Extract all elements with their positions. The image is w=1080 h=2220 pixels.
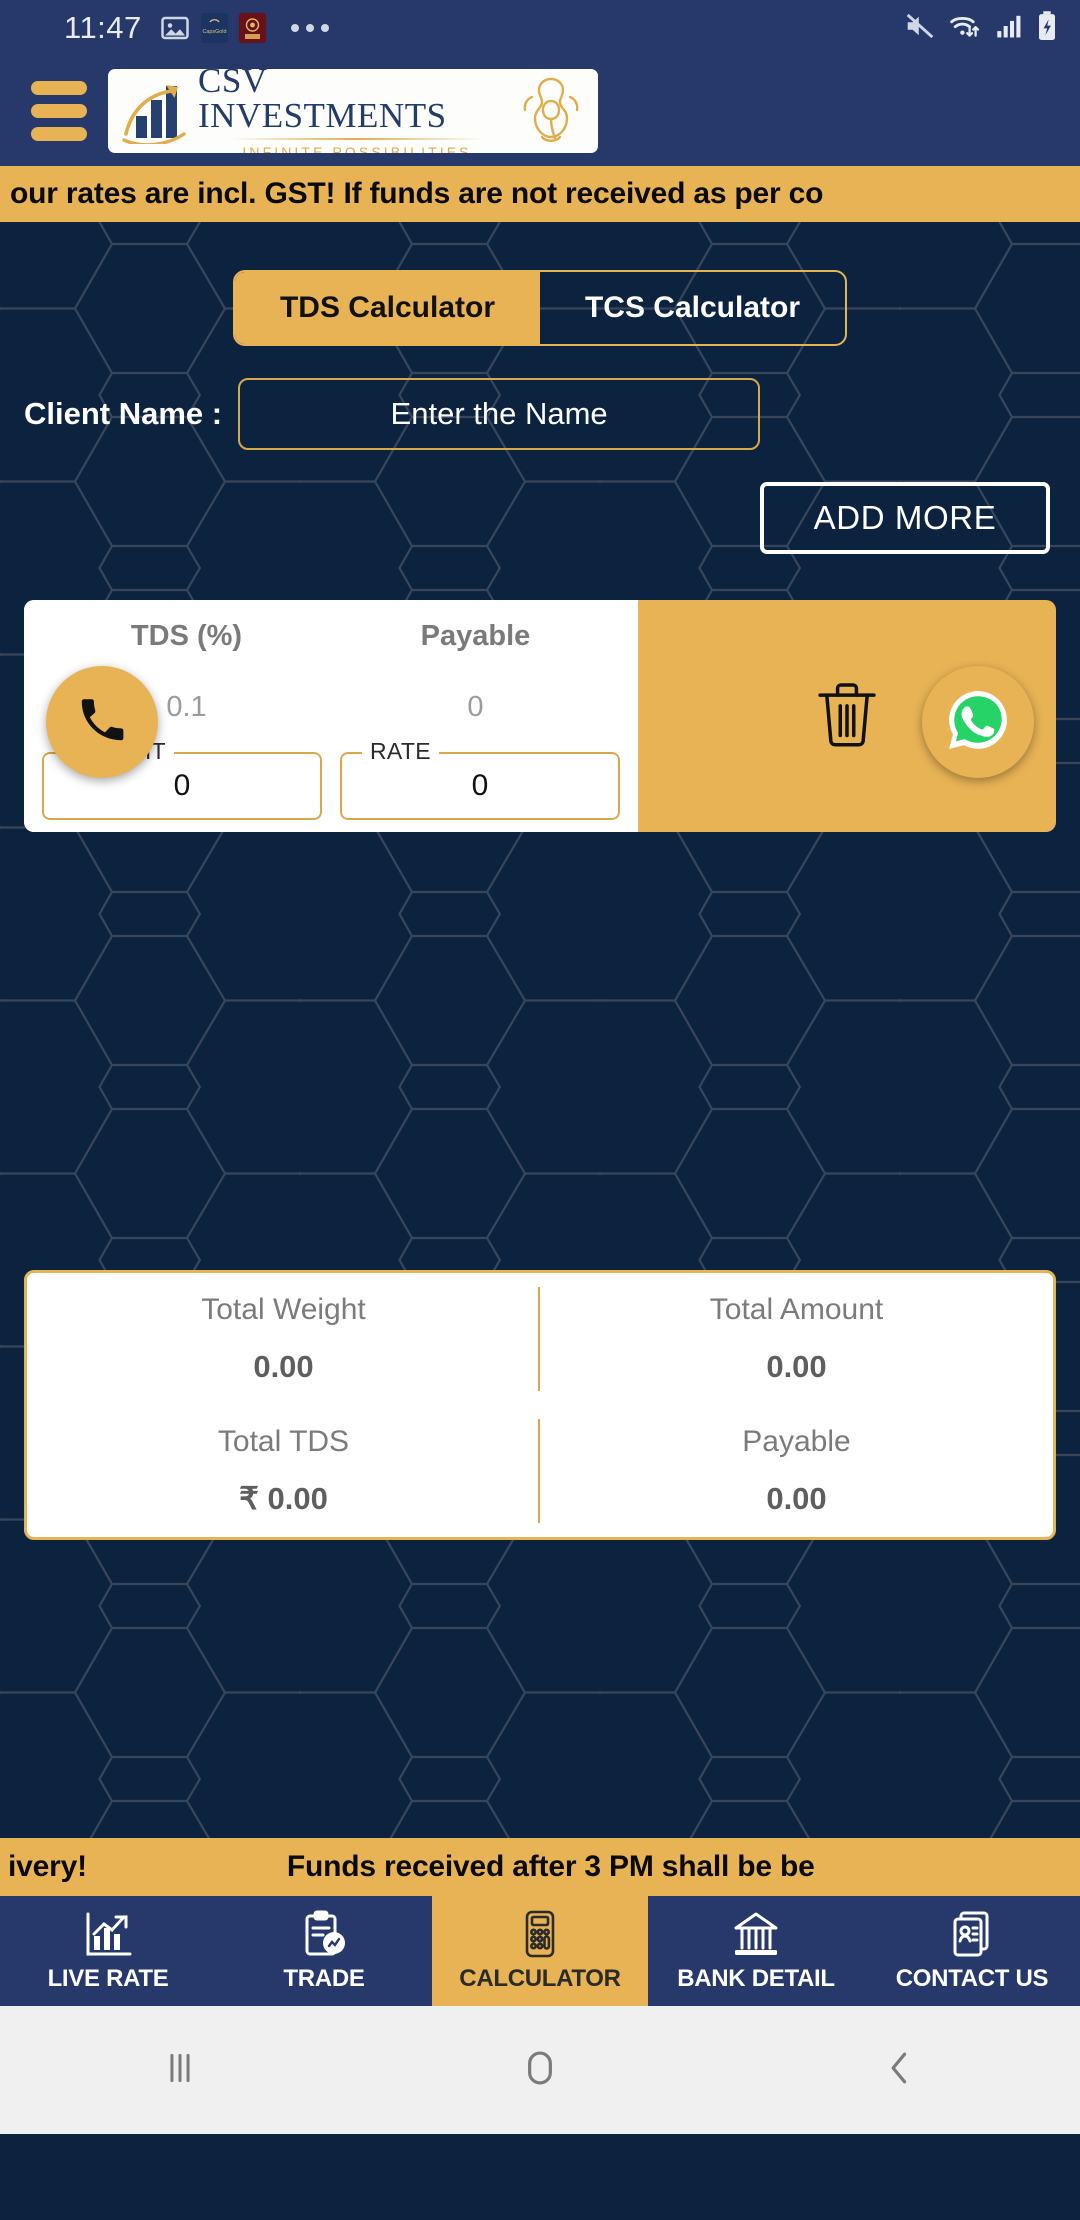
total-weight-value: 0.00 <box>253 1349 314 1384</box>
marquee-bottom-text-a: ivery! <box>8 1850 87 1883</box>
nav-item-trade[interactable]: TRADE <box>216 1896 432 2006</box>
total-payable-value: 0.00 <box>766 1481 827 1516</box>
nav-item-bank-detail[interactable]: BANK DETAIL <box>648 1896 864 2006</box>
back-button[interactable] <box>720 2045 1080 2096</box>
calculator-tab-group: TDS Calculator TCS Calculator <box>233 270 847 346</box>
app-capsgold-icon: CapsGold <box>200 13 228 43</box>
total-tds-label: Total TDS <box>217 1425 350 1458</box>
rate-field: RATE <box>340 738 620 820</box>
tds-percent-label: TDS (%) <box>130 620 243 652</box>
app-logo: CSV INVESTMENTS INFINITE POSSIBILITIES <box>108 69 598 153</box>
total-amount-label: Total Amount <box>709 1293 884 1326</box>
contact-card-icon <box>946 1910 998 1958</box>
home-circle-icon <box>517 2045 563 2096</box>
phone-icon <box>75 693 129 752</box>
client-name-input[interactable] <box>238 378 761 450</box>
total-payable-label: Payable <box>742 1425 851 1458</box>
entry-payable-value: 0 <box>467 691 484 723</box>
logo-title: CSV INVESTMENTS <box>198 69 447 135</box>
nav-label-bank-detail: BANK DETAIL <box>677 1964 835 1992</box>
logo-tagline: INFINITE POSSIBILITIES <box>242 143 472 154</box>
total-tds-cell: Total TDS ₹ 0.00 <box>27 1405 540 1537</box>
whatsapp-icon <box>945 687 1011 758</box>
total-tds-value: ₹ 0.00 <box>239 1481 328 1516</box>
bank-icon <box>730 1910 782 1958</box>
total-weight-label: Total Weight <box>201 1293 366 1326</box>
signal-icon <box>996 12 1024 45</box>
whatsapp-fab[interactable] <box>922 666 1034 778</box>
tds-entry-row: TDS (%) 0.1 Payable 0 WEIGHT RATE <box>24 600 1056 832</box>
app-badge-icon <box>238 13 266 43</box>
android-system-nav <box>0 2006 1080 2134</box>
more-dots-icon <box>290 24 329 32</box>
payable-column: Payable 0 <box>331 620 620 724</box>
add-more-button[interactable]: ADD MORE <box>760 482 1050 554</box>
nav-label-calculator: CALCULATOR <box>459 1964 621 1992</box>
bottom-navigation: LIVE RATE TRADE CALCULATOR BANK DETAIL C… <box>0 1896 1080 2006</box>
total-amount-value: 0.00 <box>766 1349 827 1384</box>
total-payable-cell: Payable 0.00 <box>540 1405 1053 1537</box>
nav-label-trade: TRADE <box>283 1964 365 1992</box>
trash-icon <box>816 679 878 754</box>
nav-item-contact-us[interactable]: CONTACT US <box>864 1896 1080 2006</box>
home-button[interactable] <box>360 2045 720 2096</box>
main-content: TDS Calculator TCS Calculator Client Nam… <box>0 222 1080 1838</box>
rate-label: RATE <box>362 738 439 765</box>
battery-charging-icon <box>1036 10 1058 47</box>
totals-card: Total Weight 0.00 Total Amount 0.00 Tota… <box>24 1270 1056 1540</box>
mute-icon <box>904 11 936 46</box>
status-time: 11:47 <box>64 10 142 45</box>
ganesh-emblem-icon <box>516 75 586 147</box>
nav-item-calculator[interactable]: CALCULATOR <box>432 1896 648 2006</box>
status-bar: 11:47 CapsGold <box>0 0 1080 56</box>
status-left-icons: CapsGold <box>160 13 329 43</box>
marquee-top: our rates are incl. GST! If funds are no… <box>0 166 1080 222</box>
client-name-label: Client Name : <box>24 396 223 431</box>
chart-growth-icon <box>82 1910 134 1958</box>
recents-button[interactable] <box>0 2045 360 2096</box>
marquee-top-text: our rates are incl. GST! If funds are no… <box>10 177 824 210</box>
entry-payable-label: Payable <box>420 620 531 652</box>
tab-tds-calculator[interactable]: TDS Calculator <box>235 272 540 344</box>
nav-label-live-rate: LIVE RATE <box>47 1964 169 1992</box>
nav-item-live-rate[interactable]: LIVE RATE <box>0 1896 216 2006</box>
client-name-row: Client Name : <box>0 378 1080 450</box>
marquee-bottom: ivery! Funds received after 3 PM shall b… <box>0 1838 1080 1896</box>
nav-label-contact-us: CONTACT US <box>895 1964 1049 1992</box>
marquee-bottom-text-b: Funds received after 3 PM shall be be <box>286 1850 815 1883</box>
calculator-icon <box>514 1910 566 1958</box>
recents-icon <box>157 2045 203 2096</box>
wifi-icon <box>948 11 984 46</box>
clipboard-chart-icon <box>298 1910 350 1958</box>
hamburger-icon[interactable] <box>24 81 94 141</box>
marquee-bottom-inner: ivery! Funds received after 3 PM shall b… <box>0 1850 815 1884</box>
tab-tcs-calculator[interactable]: TCS Calculator <box>540 272 845 344</box>
total-amount-cell: Total Amount 0.00 <box>540 1273 1053 1405</box>
image-icon <box>160 13 190 43</box>
app-header: CSV INVESTMENTS INFINITE POSSIBILITIES <box>0 56 1080 166</box>
logo-chart-arrow-icon <box>120 78 198 147</box>
status-right-icons <box>904 10 1058 47</box>
logo-divider <box>229 137 485 140</box>
add-more-row: ADD MORE <box>0 482 1080 554</box>
logo-text-block: CSV INVESTMENTS INFINITE POSSIBILITIES <box>198 69 516 153</box>
total-weight-cell: Total Weight 0.00 <box>27 1273 540 1405</box>
back-chevron-icon <box>877 2045 923 2096</box>
svg-text:CapsGold: CapsGold <box>202 29 226 35</box>
call-fab[interactable] <box>46 666 158 778</box>
